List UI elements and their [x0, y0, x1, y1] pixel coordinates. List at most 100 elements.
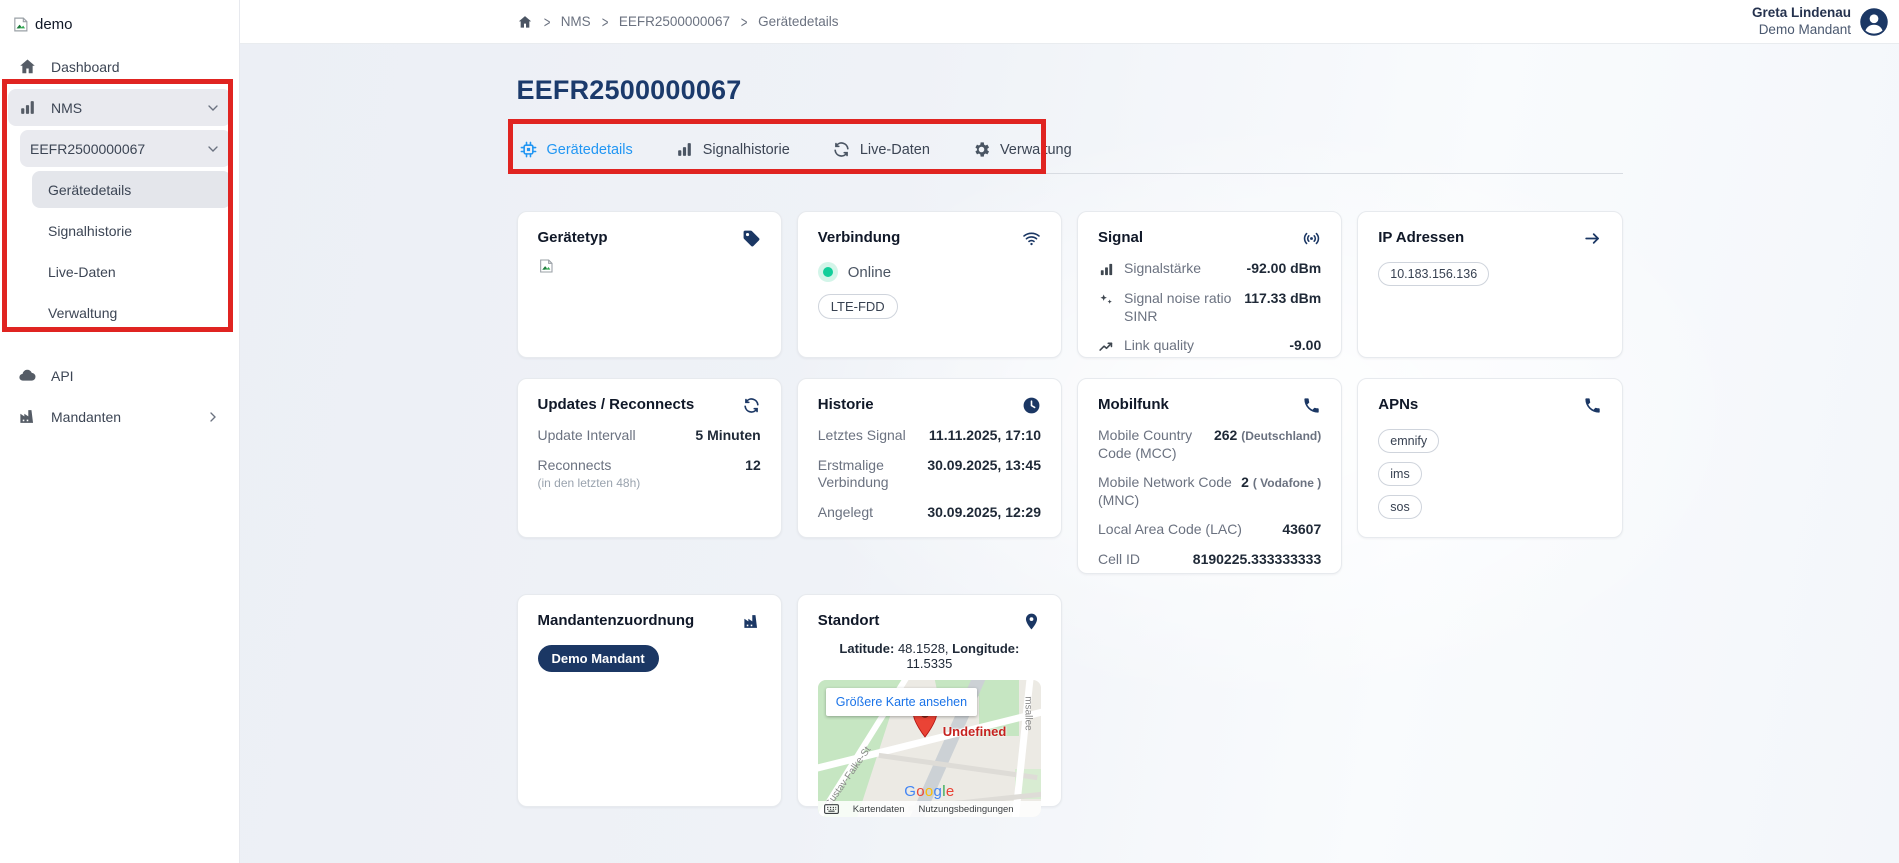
sidebar-item-device[interactable]: EEFR2500000067 [20, 130, 231, 167]
status-label: Online [848, 264, 891, 281]
card-title: Signal [1098, 229, 1143, 246]
longitude-label: Longitude: [952, 641, 1019, 656]
avatar[interactable] [1859, 7, 1889, 37]
apn-badge: emnify [1378, 429, 1439, 453]
latitude-value: 48.1528, [898, 641, 949, 656]
page-content: EEFR2500000067 Gerätedetails Signalhisto… [240, 44, 1899, 807]
mobilfunk-row-mnc: Mobile Network Code (MNC) 2 ( Vodafone ) [1098, 474, 1321, 509]
card-grid: Gerätetyp Verbindung [517, 211, 1623, 807]
card-title: APNs [1378, 396, 1418, 413]
refresh-icon [742, 396, 761, 415]
tenant-badge: Demo Mandant [538, 645, 659, 672]
phone-icon [1302, 396, 1321, 415]
home-icon[interactable] [517, 14, 533, 30]
bar-chart-icon [18, 98, 37, 117]
map-street-label: msallee [1022, 696, 1033, 730]
signal-bars-icon [1098, 261, 1115, 278]
user-tenant: Demo Mandant [1752, 22, 1851, 39]
row-label: Link quality [1124, 337, 1194, 355]
sidebar-item-label: Live-Daten [48, 264, 116, 280]
sidebar-item-geraetedetails[interactable]: Gerätedetails [32, 171, 231, 208]
card-apns: APNs emnify ims sos [1357, 378, 1622, 538]
row-label: Letztes Signal [818, 427, 906, 445]
sidebar-item-mandanten[interactable]: Mandanten [8, 398, 231, 435]
page-title: EEFR2500000067 [517, 75, 1623, 106]
card-title: Updates / Reconnects [538, 396, 695, 413]
breadcrumb-item-nms[interactable]: NMS [561, 14, 591, 29]
row-label: Signal noise ratio SINR [1124, 290, 1244, 325]
card-mandantenzuordnung: Mandantenzuordnung Demo Mandant [517, 594, 782, 807]
tab-geraetedetails[interactable]: Gerätedetails [517, 126, 635, 173]
sidebar-nav: Dashboard NMS EEFR2500000067 Gerätedetai… [0, 40, 239, 435]
user-menu[interactable]: Greta Lindenau Demo Mandant [1752, 0, 1889, 44]
row-value: -92.00 dBm [1247, 260, 1322, 278]
factory-icon [742, 612, 761, 631]
historie-row-letztes-signal: Letztes Signal 11.11.2025, 17:10 [818, 427, 1041, 445]
map-footer: Kartendaten Nutzungsbedingungen [818, 801, 1041, 817]
sidebar-item-signalhistorie[interactable]: Signalhistorie [32, 212, 231, 249]
breadcrumb-separator: > [602, 13, 609, 31]
sidebar-item-label: Gerätedetails [48, 182, 131, 198]
app-logo[interactable]: demo [0, 0, 239, 40]
sidebar-item-label: Signalhistorie [48, 223, 132, 239]
map-attribution[interactable]: Kartendaten [853, 804, 905, 815]
sidebar-item-dashboard[interactable]: Dashboard [8, 48, 231, 85]
keyboard-icon[interactable] [824, 804, 839, 814]
chip-icon [519, 140, 538, 159]
sidebar-item-label: NMS [51, 100, 82, 116]
home-icon [18, 57, 37, 76]
online-status-dot [823, 267, 833, 277]
sidebar-item-nms[interactable]: NMS [8, 89, 231, 126]
row-label: Mobile Network Code (MNC) [1098, 474, 1241, 509]
wifi-icon [1022, 229, 1041, 248]
mobilfunk-row-lac: Local Area Code (LAC) 43607 [1098, 521, 1321, 539]
tab-label: Live-Daten [860, 142, 930, 158]
historie-row-angelegt: Angelegt 30.09.2025, 12:29 [818, 504, 1041, 522]
longitude-value: 11.5335 [906, 656, 952, 671]
sidebar-item-live-daten[interactable]: Live-Daten [32, 253, 231, 290]
tab-verwaltung[interactable]: Verwaltung [970, 126, 1074, 173]
row-label: Mobile Country Code (MCC) [1098, 427, 1214, 462]
card-title: Historie [818, 396, 874, 413]
sidebar-item-verwaltung[interactable]: Verwaltung [32, 294, 231, 331]
breadcrumb: > NMS > EEFR2500000067 > Gerätedetails [517, 14, 1623, 30]
card-updates-reconnects: Updates / Reconnects Update Intervall 5 … [517, 378, 782, 538]
factory-icon [18, 407, 37, 426]
signal-row-sinr: Signal noise ratio SINR 117.33 dBm [1098, 290, 1321, 325]
map-pin-icon [1022, 612, 1041, 631]
chevron-right-icon [205, 409, 221, 425]
tab-signalhistorie[interactable]: Signalhistorie [673, 126, 792, 173]
row-value: 30.09.2025, 13:45 [927, 457, 1041, 475]
app-root: demo Dashboard NMS EEFR2500000067 [0, 0, 1899, 863]
card-verbindung: Verbindung Online LTE-FDD [797, 211, 1062, 358]
tab-live-daten[interactable]: Live-Daten [830, 126, 932, 173]
sidebar-item-label: Dashboard [51, 59, 120, 75]
main-area: > NMS > EEFR2500000067 > Gerätedetails G… [240, 0, 1899, 863]
row-label: Update Intervall [538, 427, 636, 445]
chevron-down-icon [205, 100, 221, 116]
card-title: Mobilfunk [1098, 396, 1169, 413]
map-terms-link[interactable]: Nutzungsbedingungen [919, 804, 1014, 815]
row-value: 8190225.333333333 [1193, 551, 1321, 569]
row-value: 262 [1214, 427, 1237, 443]
row-value: 5 Minuten [695, 427, 760, 445]
map-marker-label: Undefined [943, 724, 1007, 739]
sidebar-item-api[interactable]: API [8, 357, 231, 394]
row-value: 117.33 dBm [1244, 290, 1321, 308]
coordinates: Latitude: 48.1528, Longitude: 11.5335 [818, 641, 1041, 671]
row-label: Erstmalige Verbindung [818, 457, 913, 492]
gear-icon [972, 140, 991, 159]
logo-text: demo [35, 16, 73, 33]
sidebar-item-label: Verwaltung [48, 305, 117, 321]
card-geraetetyp: Gerätetyp [517, 211, 782, 358]
trend-up-icon [1098, 338, 1115, 355]
clock-icon [1022, 396, 1041, 415]
breadcrumb-item-device[interactable]: EEFR2500000067 [619, 14, 730, 29]
row-label: Reconnects [538, 457, 612, 473]
status-dot-halo [818, 262, 838, 282]
device-image-broken [538, 258, 761, 274]
larger-map-link[interactable]: Größere Karte ansehen [836, 695, 967, 709]
mobilfunk-row-mcc: Mobile Country Code (MCC) 262 (Deutschla… [1098, 427, 1321, 462]
apn-badge: ims [1378, 462, 1421, 486]
google-map-embed[interactable]: Größere Karte ansehen Undefined Gustav-F… [818, 680, 1041, 817]
